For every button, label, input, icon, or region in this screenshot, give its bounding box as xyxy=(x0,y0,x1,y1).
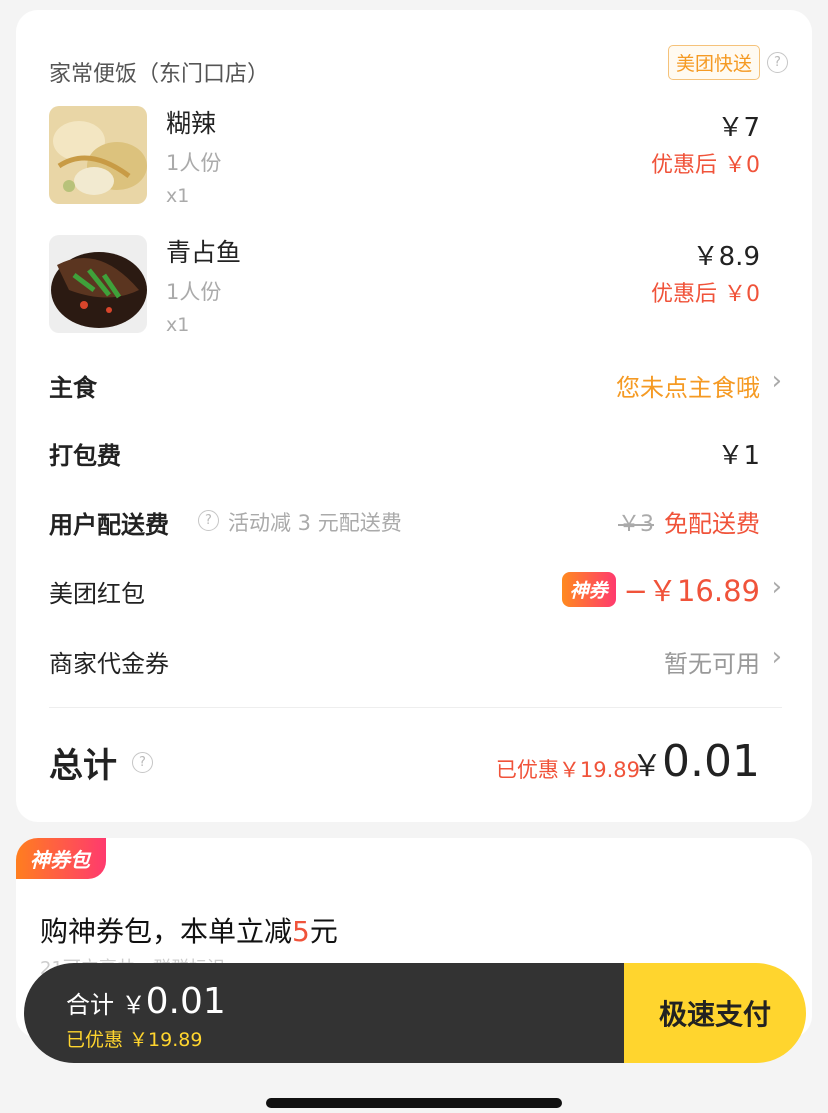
dish-image[interactable] xyxy=(49,106,147,204)
coupon-pack-tag: 神券包 xyxy=(16,838,106,879)
checkout-total-amount: 0.01 xyxy=(145,981,226,1022)
item-portion: 1人份 xyxy=(166,280,222,304)
item-portion: 1人份 xyxy=(166,151,222,175)
merchant-voucher-label: 商家代金券 xyxy=(49,650,169,678)
item-quantity: x1 xyxy=(166,185,190,207)
staple-food-label: 主食 xyxy=(49,374,97,402)
store-name: 家常便饭（东门口店） xyxy=(49,62,270,87)
chevron-right-icon[interactable]: › xyxy=(772,642,782,672)
checkout-saved: 已优惠 ￥19.89 xyxy=(66,1029,203,1051)
help-icon[interactable]: ? xyxy=(132,752,153,773)
red-packet-amount: −￥16.89 xyxy=(623,574,760,608)
total-saved: 已优惠￥19.89 xyxy=(495,758,640,782)
coupon-badge: 神券 xyxy=(561,571,616,607)
item-quantity: x1 xyxy=(166,314,190,336)
delivery-fee-original: ￥3 xyxy=(618,511,654,537)
help-icon[interactable]: ? xyxy=(767,52,788,73)
checkout-summary: 合计 ￥0.01 已优惠 ￥19.89 xyxy=(24,963,624,1063)
dish-photo-icon xyxy=(49,106,147,204)
delivery-fee-value: 免配送费 xyxy=(664,510,760,538)
total-label: 总计 xyxy=(49,746,117,786)
home-indicator[interactable] xyxy=(266,1098,562,1108)
total-amount: ￥0.01 xyxy=(632,736,760,787)
chevron-right-icon[interactable]: › xyxy=(772,572,782,602)
item-price: ￥8.9 xyxy=(692,242,760,272)
item-discount-price: 优惠后 ￥0 xyxy=(651,153,760,178)
delivery-tag: 美团快送 xyxy=(667,45,760,80)
packing-fee-value: ￥1 xyxy=(717,441,760,471)
total-amount-value: 0.01 xyxy=(662,736,760,787)
checkout-total: 合计 ￥0.01 xyxy=(66,981,226,1022)
currency-symbol: ￥ xyxy=(121,991,146,1019)
chevron-right-icon[interactable]: › xyxy=(772,366,782,396)
fish-dish-photo-icon xyxy=(49,235,147,333)
item-price: ￥7 xyxy=(717,113,760,143)
coupon-pack-title: 购神券包，本单立减5元 xyxy=(40,910,338,950)
order-summary-card: 家常便饭（东门口店） 美团快送 ? 糊辣 1人份 x1 ￥7 优惠后 ￥0 青占… xyxy=(16,10,812,822)
red-packet-value-group[interactable]: 神券 −￥16.89 xyxy=(561,568,760,610)
delivery-fee-note: 活动减 3 元配送费 xyxy=(228,511,402,535)
coupon-pack-amount: 5 xyxy=(292,915,310,948)
packing-fee-label: 打包费 xyxy=(49,442,121,470)
checkout-total-label: 合计 xyxy=(66,991,114,1019)
merchant-voucher-value[interactable]: 暂无可用 xyxy=(664,644,760,679)
item-name: 青占鱼 xyxy=(166,238,242,267)
coupon-pack-title-suffix: 元 xyxy=(309,915,338,948)
help-icon[interactable]: ? xyxy=(198,510,219,531)
pay-button[interactable]: 极速支付 xyxy=(624,963,806,1063)
staple-food-hint[interactable]: 您未点主食哦 xyxy=(616,368,760,403)
dish-image[interactable] xyxy=(49,235,147,333)
divider xyxy=(49,707,782,708)
red-packet-label: 美团红包 xyxy=(49,580,145,608)
currency-symbol: ￥ xyxy=(632,749,663,784)
delivery-fee-label: 用户配送费 xyxy=(49,511,169,539)
delivery-fee-value-group: ￥3 免配送费 xyxy=(618,504,760,539)
item-name: 糊辣 xyxy=(166,109,217,138)
coupon-pack-title-prefix: 购神券包，本单立减 xyxy=(40,915,293,948)
item-discount-price: 优惠后 ￥0 xyxy=(651,282,760,307)
checkout-bar: 合计 ￥0.01 已优惠 ￥19.89 极速支付 xyxy=(24,963,806,1063)
